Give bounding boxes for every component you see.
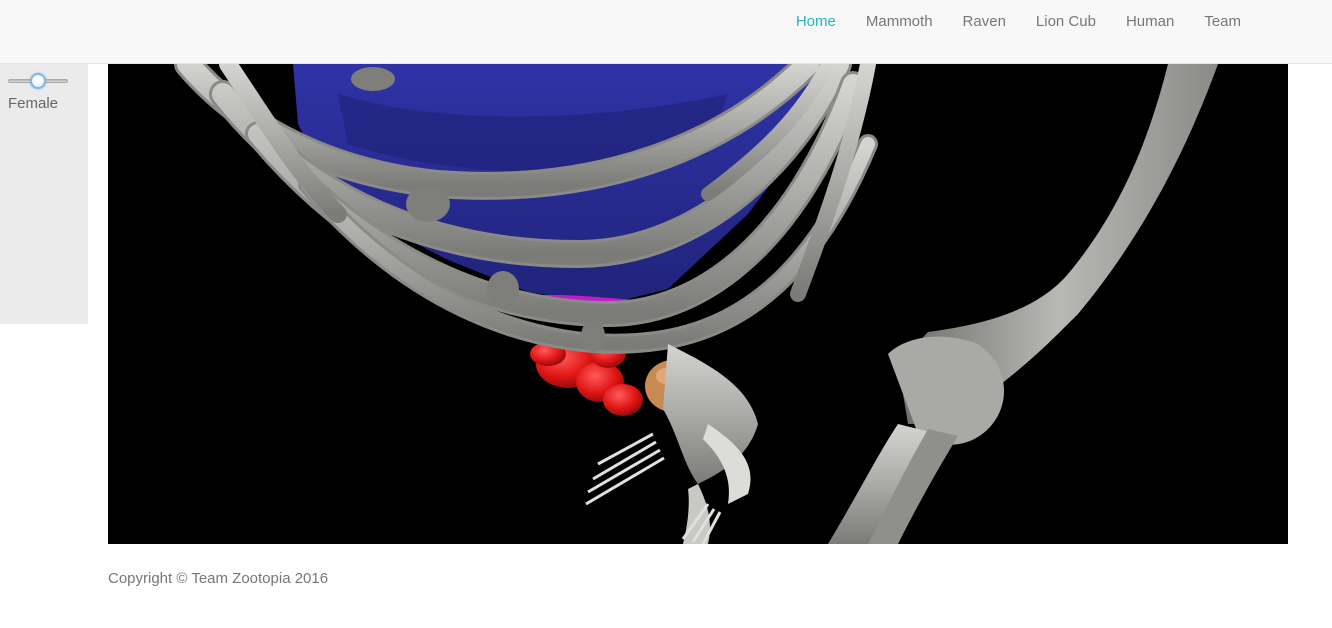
nav-menu: Home Mammoth Raven Lion Cub Human Team (781, 0, 1256, 42)
gender-slider[interactable] (8, 72, 68, 90)
nav-link-lion-cub[interactable]: Lion Cub (1021, 13, 1111, 30)
nav-link-team[interactable]: Team (1189, 13, 1256, 30)
slider-label: Female (8, 95, 59, 112)
nav-link-raven[interactable]: Raven (948, 13, 1021, 30)
control-panel: Female (0, 64, 88, 324)
top-navbar: Home Mammoth Raven Lion Cub Human Team (0, 0, 1332, 64)
nav-link-human[interactable]: Human (1111, 13, 1189, 30)
nav-link-home[interactable]: Home (781, 13, 851, 30)
footer-copyright: Copyright © Team Zootopia 2016 (108, 570, 329, 587)
skeleton-render (174, 64, 1218, 544)
arm-bones (828, 64, 1218, 544)
slider-thumb[interactable] (30, 73, 46, 89)
3d-anatomy-viewer[interactable] (108, 64, 1288, 544)
nav-link-mammoth[interactable]: Mammoth (851, 13, 948, 30)
